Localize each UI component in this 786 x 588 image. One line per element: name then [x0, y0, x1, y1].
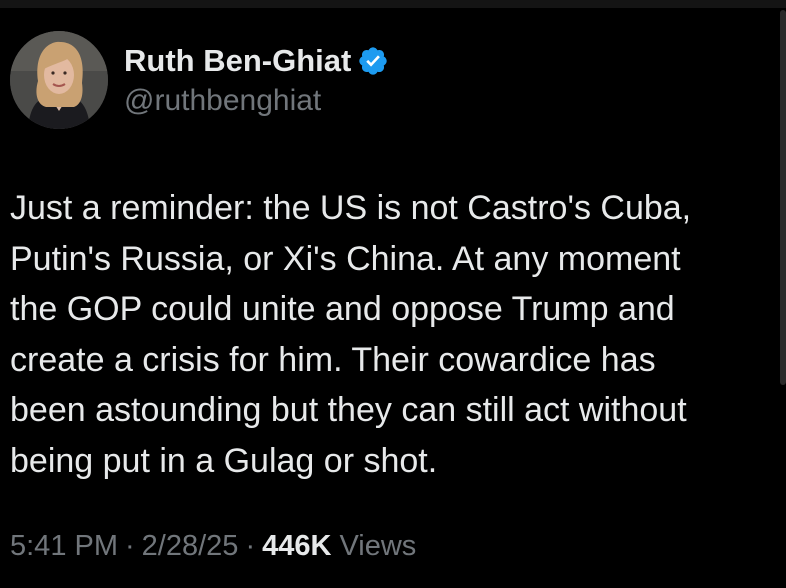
top-strip — [0, 0, 786, 8]
scrollbar[interactable] — [780, 10, 786, 385]
tweet-meta: 5:41 PM · 2/28/25 · 446K Views — [10, 530, 416, 563]
views-label[interactable]: Views — [339, 530, 416, 563]
views-count[interactable]: 446K — [262, 530, 331, 563]
avatar[interactable] — [10, 31, 108, 129]
tweet-text: Just a reminder: the US is not Castro's … — [10, 189, 692, 480]
name-row: Ruth Ben-Ghiat — [124, 42, 389, 80]
verified-badge-icon[interactable] — [357, 45, 389, 77]
tweet-header: Ruth Ben-Ghiat @ruthbenghiat — [10, 31, 389, 129]
tweet-date[interactable]: 2/28/25 — [142, 530, 239, 563]
meta-separator: · — [245, 530, 256, 562]
author-names: Ruth Ben-Ghiat @ruthbenghiat — [124, 42, 389, 118]
handle[interactable]: @ruthbenghiat — [124, 84, 389, 118]
avatar-photo-icon — [10, 31, 108, 129]
tweet-time[interactable]: 5:41 PM — [10, 530, 118, 563]
display-name[interactable]: Ruth Ben-Ghiat — [124, 43, 351, 79]
meta-separator: · — [125, 530, 135, 562]
